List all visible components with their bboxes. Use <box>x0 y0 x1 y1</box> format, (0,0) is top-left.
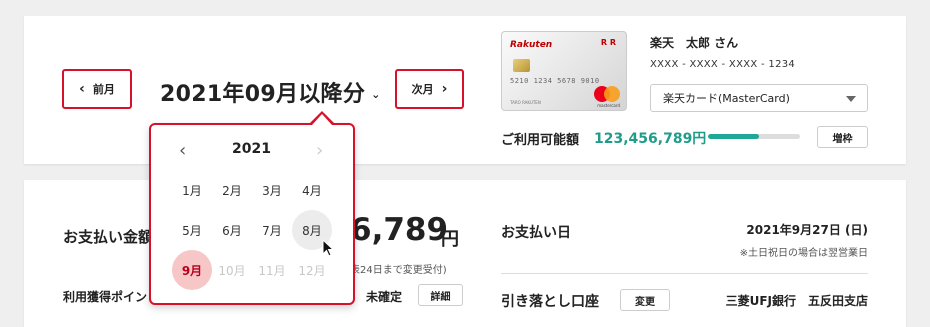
payment-amount-label: お支払い金額 <box>63 228 154 246</box>
month-option: 11月 <box>258 263 286 278</box>
card-chip-icon <box>513 59 530 72</box>
payment-date-value: 2021年9月27日 (日) <box>746 223 868 237</box>
prev-month-label: 前月 <box>92 83 115 96</box>
month-option[interactable]: 1月 <box>172 170 212 210</box>
available-amount-label: ご利用可能額 <box>501 133 580 148</box>
card-masked-number: XXXX - XXXX - XXXX - 1234 <box>650 59 796 70</box>
mouse-cursor-icon <box>322 239 334 257</box>
mastercard-wordmark: mastercard <box>597 103 620 108</box>
next-month-button[interactable]: 次月 › <box>395 69 464 109</box>
card-holder-name: 楽天 太郎 さん <box>650 36 739 50</box>
card-r-logo: R R <box>600 38 616 47</box>
detail-button[interactable]: 詳細 <box>418 284 463 306</box>
card-embossed-number: 5210 1234 5678 9010 <box>510 77 600 85</box>
prev-month-button[interactable]: ‹ 前月 <box>62 69 132 109</box>
bank-name: 三菱UFJ銀行 五反田支店 <box>725 294 868 308</box>
month-option[interactable]: 7月 <box>252 210 292 250</box>
available-amount-bar <box>708 134 800 139</box>
month-option[interactable]: 4月 <box>292 170 332 210</box>
dropdown-triangle-icon <box>846 96 856 102</box>
chevron-down-icon: ⌄ <box>371 87 381 101</box>
card-brand-logo: Rakuten <box>510 40 553 50</box>
month-option[interactable]: 2月 <box>212 170 252 210</box>
divider <box>501 273 868 274</box>
next-year-button[interactable]: › <box>316 140 323 161</box>
increase-limit-button[interactable]: 増枠 <box>817 126 868 148</box>
card-select-value: 楽天カード(MasterCard) <box>663 92 790 105</box>
available-amount-value: 123,456,789円 <box>594 131 707 147</box>
month-option[interactable]: 6月 <box>212 210 252 250</box>
prev-year-button[interactable]: ‹ <box>179 140 186 161</box>
payment-date-label: お支払い日 <box>501 225 571 241</box>
picker-year: 2021 <box>232 141 271 157</box>
change-account-button[interactable]: 変更 <box>620 289 670 311</box>
payment-amount-note: 表24日まで変更受付) <box>350 265 447 276</box>
payment-date-note: ※土日祝日の場合は翌営業日 <box>739 248 868 259</box>
payment-currency: 円 <box>441 229 459 250</box>
points-label: 利用獲得ポイン <box>63 290 148 304</box>
chevron-right-icon: › <box>441 81 448 97</box>
next-month-label: 次月 <box>411 83 434 96</box>
available-amount-bar-fill <box>708 134 759 139</box>
period-label: 2021年09月以降分 <box>160 82 366 107</box>
month-option[interactable]: 9月 <box>172 250 212 290</box>
chevron-left-icon: ‹ <box>79 81 85 97</box>
card-select[interactable]: 楽天カード(MasterCard) <box>650 84 868 112</box>
popup-pointer-inner <box>312 114 332 125</box>
points-status: 未確定 <box>366 290 403 304</box>
mastercard-logo-icon <box>594 86 620 102</box>
month-option[interactable]: 5月 <box>172 210 212 250</box>
card-embossed-holder: TARO RAKUTEN <box>510 100 541 105</box>
debit-account-label: 引き落とし口座 <box>501 294 599 310</box>
period-dropdown[interactable]: 2021年09月以降分 ⌄ <box>160 76 381 108</box>
month-option: 10月 <box>218 263 246 278</box>
month-option[interactable]: 3月 <box>252 170 292 210</box>
payment-amount-value: 6,789 <box>350 212 449 248</box>
credit-card-image: Rakuten R R 5210 1234 5678 9010 TARO RAK… <box>501 31 627 111</box>
